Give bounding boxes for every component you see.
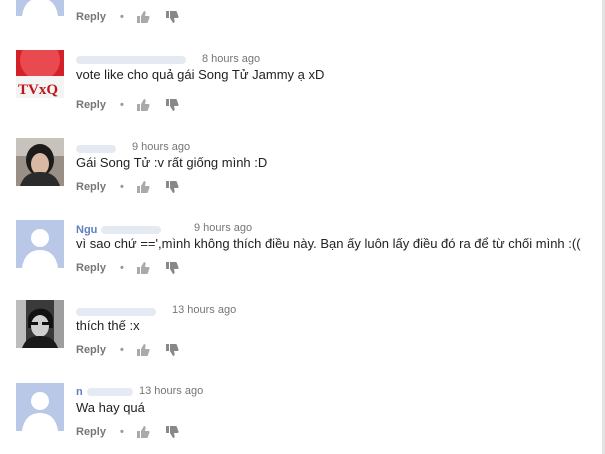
separator-dot: • <box>119 10 124 23</box>
comment-actions: Reply • <box>76 180 179 194</box>
comment-text: Gái Song Tử :v rất giống mình :D <box>76 155 268 170</box>
user-photo-avatar <box>16 300 64 348</box>
comment-actions: Reply • <box>76 261 179 275</box>
separator-dot: • <box>119 343 124 356</box>
comment-actions: Reply • <box>76 425 179 439</box>
thumb-up-icon[interactable] <box>136 98 150 112</box>
comment-time[interactable]: 9 hours ago <box>194 222 252 235</box>
reply-button[interactable]: Reply <box>76 426 106 438</box>
separator-dot: • <box>119 180 124 193</box>
comment-time[interactable]: 13 hours ago <box>172 304 236 317</box>
thumb-up-icon[interactable] <box>136 343 150 357</box>
separator-dot: • <box>119 261 124 274</box>
thumb-down-icon[interactable] <box>165 180 179 194</box>
thumb-down-icon[interactable] <box>165 261 179 275</box>
avatar[interactable] <box>16 0 64 16</box>
comment-author[interactable] <box>76 306 162 318</box>
reply-button[interactable]: Reply <box>76 11 106 23</box>
default-avatar-icon <box>16 383 64 431</box>
thumb-down-icon[interactable] <box>165 425 179 439</box>
avatar[interactable]: TVxQ <box>16 50 64 98</box>
default-avatar-icon <box>16 0 64 16</box>
avatar[interactable] <box>16 220 64 268</box>
user-photo-avatar <box>16 138 64 186</box>
comment-text: vì sao chứ ==',mình không thích điều này… <box>76 236 581 251</box>
avatar[interactable] <box>16 138 64 186</box>
comment-time[interactable]: 9 hours ago <box>132 141 190 154</box>
default-avatar-icon <box>16 220 64 268</box>
thumb-up-icon[interactable] <box>136 10 150 24</box>
comment-text: vote like cho quả gái Song Tử Jammy ạ xD <box>76 67 325 82</box>
comment-text: Wa hay quá <box>76 400 145 415</box>
comment-actions: Reply • <box>76 343 179 357</box>
separator-dot: • <box>119 98 124 111</box>
thumb-down-icon[interactable] <box>165 343 179 357</box>
comment-time[interactable]: 8 hours ago <box>202 53 260 66</box>
reply-button[interactable]: Reply <box>76 262 106 274</box>
reply-button[interactable]: Reply <box>76 344 106 356</box>
user-photo-avatar: TVxQ <box>16 50 64 98</box>
avatar-logo-text: TVxQ <box>18 82 58 98</box>
comment-author[interactable]: n <box>76 386 139 398</box>
comment-author[interactable] <box>76 143 122 155</box>
thumb-down-icon[interactable] <box>165 10 179 24</box>
comment-actions: Reply • <box>76 10 179 24</box>
thumb-down-icon[interactable] <box>165 98 179 112</box>
reply-button[interactable]: Reply <box>76 99 106 111</box>
avatar[interactable] <box>16 383 64 431</box>
thumb-up-icon[interactable] <box>136 425 150 439</box>
thumb-up-icon[interactable] <box>136 180 150 194</box>
comment-time[interactable]: 13 hours ago <box>139 385 203 398</box>
thumb-up-icon[interactable] <box>136 261 150 275</box>
comment-author[interactable]: Ngu <box>76 224 167 236</box>
reply-button[interactable]: Reply <box>76 181 106 193</box>
comment-text: thích thế :x <box>76 318 140 333</box>
comment-author[interactable] <box>76 54 192 66</box>
comment-actions: Reply • <box>76 98 179 112</box>
separator-dot: • <box>119 425 124 438</box>
avatar[interactable] <box>16 300 64 348</box>
